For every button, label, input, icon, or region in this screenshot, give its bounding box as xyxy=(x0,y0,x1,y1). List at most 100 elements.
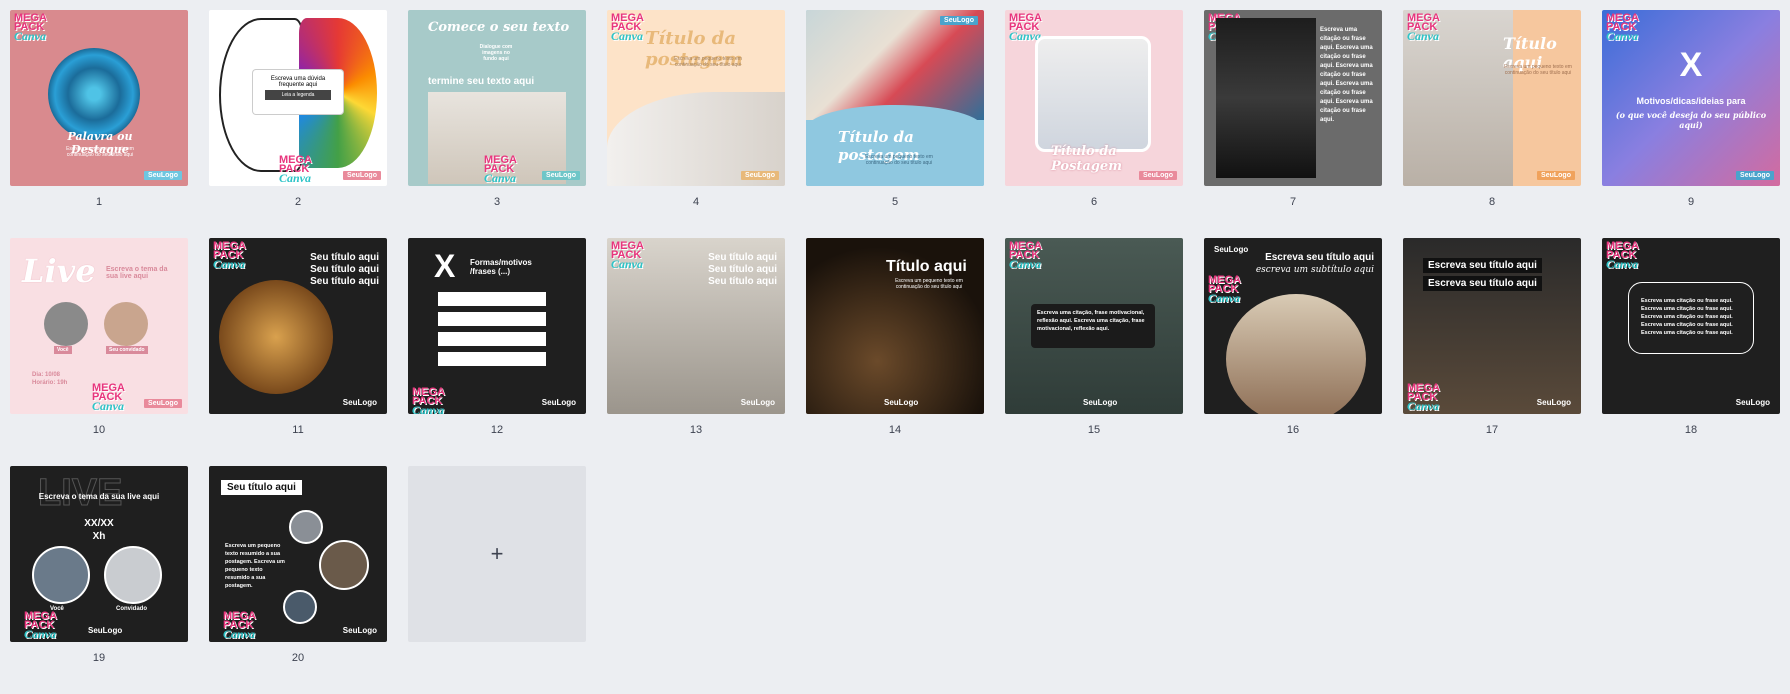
add-page-button[interactable]: + xyxy=(408,466,586,642)
card-button: Leia a legenda xyxy=(265,90,331,100)
page-thumbnail[interactable]: Comece o seu texto Dialogue com imagens … xyxy=(408,10,586,186)
label-you: Você xyxy=(54,346,72,354)
list-bar-3 xyxy=(438,332,546,346)
page-thumbnail[interactable]: MEGA PACK Canva Palavra ou Destaque Escrev… xyxy=(10,10,188,186)
big-letter: X xyxy=(1679,46,1703,84)
page-thumbnail[interactable]: MEGA PACK Canva X Motivos/dicas/ideias par… xyxy=(1602,10,1780,186)
page-body: Escreva um pequeno texto em continuação … xyxy=(865,154,933,166)
page-number: 20 xyxy=(291,652,305,664)
page-title: Escreva o tema da sua live aqui xyxy=(38,492,160,501)
page-thumbnail[interactable]: MEGA PACK Canva Escreva uma citação, frase… xyxy=(1005,238,1183,414)
brand-mark: MEGAPACKCanva xyxy=(1407,382,1440,413)
page-8[interactable]: MEGA PACK Canva Título aqui Escreva um peq… xyxy=(1403,10,1581,238)
page-thumbnail[interactable]: MEGA PACK Canva Seu título aqui Seu título… xyxy=(209,238,387,414)
page-thumbnail[interactable]: MEGA PACK Canva Título da Postagem SeuLogo xyxy=(1005,10,1183,186)
label-guest: Convidado xyxy=(116,606,147,612)
page-thumbnail[interactable]: SeuLogo Escreva seu título aqui escreva … xyxy=(1204,238,1382,414)
page-sub: Escreva o tema da sua live aqui xyxy=(106,266,168,280)
big-letter: X xyxy=(434,248,456,284)
page-title: Live xyxy=(22,252,96,290)
abstract-art xyxy=(806,10,984,120)
logo-badge: SeuLogo xyxy=(884,398,919,407)
page-12[interactable]: X Formas/motivos /frases (...) MEGA PACK C… xyxy=(408,238,586,466)
logo-badge: SeuLogo xyxy=(542,171,580,180)
title-line-1: Escreva seu título aqui xyxy=(1423,258,1542,273)
page-3[interactable]: Comece o seu texto Dialogue com imagens … xyxy=(408,10,586,238)
avatar-you xyxy=(44,302,88,346)
page-6[interactable]: MEGA PACK Canva Título da Postagem SeuLogo… xyxy=(1005,10,1183,238)
page-number: 17 xyxy=(1485,424,1499,436)
page-thumbnail[interactable]: Título da postagem Escreva um pequeno te… xyxy=(806,10,984,186)
avatar-1 xyxy=(289,510,323,544)
page-thumbnail[interactable]: Título aqui Escreva um pequeno texto em … xyxy=(806,238,984,414)
add-page-cell: + xyxy=(408,466,586,694)
page-number: 11 xyxy=(292,424,304,436)
brand-mark: MEGAPACKCanva xyxy=(484,154,517,185)
avatar-2 xyxy=(319,540,369,590)
page-number: 8 xyxy=(1488,196,1496,208)
photo-man xyxy=(1216,18,1316,178)
page-number: 18 xyxy=(1684,424,1698,436)
page-16[interactable]: SeuLogo Escreva seu título aqui escreva … xyxy=(1204,238,1382,466)
page-thumbnail[interactable]: MEGA PACK Canva Título da postagem Escreva… xyxy=(607,10,785,186)
page-number: 2 xyxy=(294,196,302,208)
page-11[interactable]: MEGA PACK Canva Seu título aqui Seu título… xyxy=(209,238,387,466)
quote-text: Escreva uma citação, frase motivacional,… xyxy=(1037,310,1145,332)
page-1[interactable]: MEGA PACK Canva Palavra ou Destaque Escrev… xyxy=(10,10,188,238)
card-title: Escreva uma dúvida frequente aqui xyxy=(270,76,326,88)
page-18[interactable]: MEGA PACK Canva Escreva uma citação ou fra… xyxy=(1602,238,1780,466)
page-number: 1 xyxy=(95,196,103,208)
page-thumbnail[interactable]: MEGAPACKCanva Escreva uma citação ou fra… xyxy=(1204,10,1382,186)
page-number: 15 xyxy=(1087,424,1101,436)
list-bar-2 xyxy=(438,312,546,326)
page-13[interactable]: MEGA PACK Canva Seu título aqui Seu título… xyxy=(607,238,785,466)
logo-badge: SeuLogo xyxy=(88,626,123,635)
page-4[interactable]: MEGA PACK Canva Título da postagem Escreva… xyxy=(607,10,785,238)
page-thumbnail[interactable]: Seu título aqui Escreva um pequeno texto… xyxy=(209,466,387,642)
page-sub: escreva um subtítulo aqui xyxy=(1255,265,1374,275)
page-thumbnail[interactable]: MEGA PACK Canva Seu título aqui Seu título… xyxy=(607,238,785,414)
page-9[interactable]: MEGA PACK Canva X Motivos/dicas/ideias par… xyxy=(1602,10,1780,238)
brand-mark: MEGAPACKCanva xyxy=(223,610,256,641)
page-title: Escreva seu título aqui xyxy=(1265,252,1374,263)
page-7[interactable]: MEGAPACKCanva Escreva uma citação ou fra… xyxy=(1204,10,1382,238)
page-thumbnail[interactable]: MEGA PACK Canva Título aqui Escreva um peq… xyxy=(1403,10,1581,186)
title-line-1: Seu título aqui xyxy=(310,252,379,263)
page-thumbnail[interactable]: X Formas/motivos /frases (...) MEGA PACK C… xyxy=(408,238,586,414)
page-title: Comece o seu texto xyxy=(428,20,570,35)
page-thumbnail[interactable]: MEGAPACKCanva Escreva uma citação ou fra… xyxy=(1602,238,1780,414)
page-thumbnail[interactable]: Escreva seu título aqui Escreva seu títu… xyxy=(1403,238,1581,414)
page-2[interactable]: Escreva uma dúvida frequente aqui Leia a… xyxy=(209,10,387,238)
brand-mark: MEGAPACKCanva xyxy=(412,386,445,415)
page-body: Escreva um pequeno texto em continuação … xyxy=(1504,64,1572,76)
page-title: Título da Postagem xyxy=(1051,144,1122,174)
logo-badge: SeuLogo xyxy=(1139,171,1177,180)
brand-mark: MEGAPACKCanva xyxy=(611,12,644,43)
page-19[interactable]: LIVE Escreva o tema da sua live aqui XX/… xyxy=(10,466,188,694)
page-thumbnail[interactable]: Live Escreva o tema da sua live aqui Voc… xyxy=(10,238,188,414)
page-10[interactable]: Live Escreva o tema da sua live aqui Voc… xyxy=(10,238,188,466)
logo-badge: SeuLogo xyxy=(1083,398,1118,407)
speech-bubble: Escreva uma citação ou frase aqui. Escre… xyxy=(1628,282,1754,354)
page-5[interactable]: Título da postagem Escreva um pequeno te… xyxy=(806,10,984,238)
logo-badge: SeuLogo xyxy=(342,626,377,635)
logo-badge: SeuLogo xyxy=(541,398,576,407)
page-20[interactable]: Seu título aqui Escreva um pequeno texto… xyxy=(209,466,387,694)
page-thumbnail[interactable]: LIVE Escreva o tema da sua live aqui XX/… xyxy=(10,466,188,642)
page-title: Título aqui xyxy=(886,258,967,275)
logo-badge: SeuLogo xyxy=(144,399,182,408)
page-14[interactable]: Título aqui Escreva um pequeno texto em … xyxy=(806,238,984,466)
brand-mark: MEGAPACKCanva xyxy=(1606,240,1639,271)
title-line-2: Seu título aqui xyxy=(310,264,379,275)
list-bar-4 xyxy=(438,352,546,366)
page-15[interactable]: MEGA PACK Canva Escreva uma citação, frase… xyxy=(1005,238,1183,466)
photo-meeting xyxy=(1035,36,1151,152)
page-body: Escreva um pequeno texto resumido a sua … xyxy=(225,543,285,589)
page-number: 7 xyxy=(1289,196,1297,208)
head-illustration xyxy=(48,48,140,140)
page-thumbnail[interactable]: Escreva uma dúvida frequente aqui Leia a… xyxy=(209,10,387,186)
brand-mark: MEGAPACKCanva xyxy=(14,12,47,43)
page-17[interactable]: Escreva seu título aqui Escreva seu títu… xyxy=(1403,238,1581,466)
brand-mark: MEGAPACKCanva xyxy=(1208,274,1241,305)
brand-mark: MEGAPACKCanva xyxy=(24,610,57,641)
